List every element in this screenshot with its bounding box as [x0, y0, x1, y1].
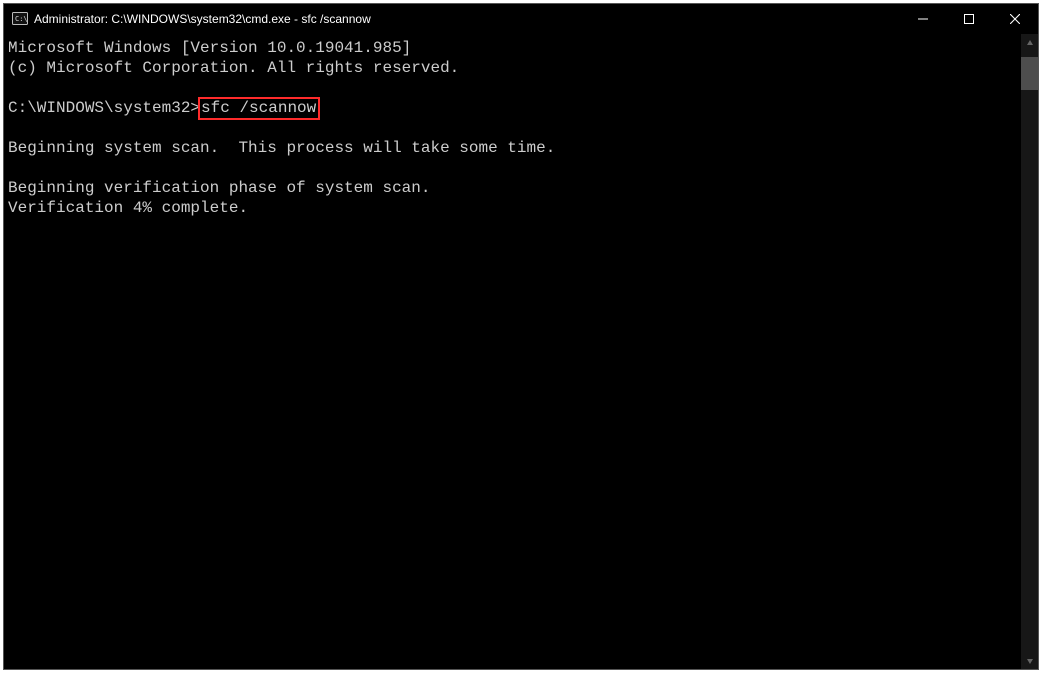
console-line — [8, 118, 1021, 138]
titlebar[interactable]: C:\ Administrator: C:\WINDOWS\system32\c… — [4, 4, 1038, 34]
console-line: C:\WINDOWS\system32>sfc /scannow — [8, 98, 1021, 118]
console-line: (c) Microsoft Corporation. All rights re… — [8, 58, 1021, 78]
maximize-button[interactable] — [946, 4, 992, 34]
console-line: Beginning system scan. This process will… — [8, 138, 1021, 158]
scroll-thumb[interactable] — [1021, 57, 1038, 90]
console-line: Microsoft Windows [Version 10.0.19041.98… — [8, 38, 1021, 58]
window-title: Administrator: C:\WINDOWS\system32\cmd.e… — [34, 12, 371, 26]
close-button[interactable] — [992, 4, 1038, 34]
cmd-window: C:\ Administrator: C:\WINDOWS\system32\c… — [3, 3, 1039, 670]
console-line — [8, 158, 1021, 178]
console-line: Verification 4% complete. — [8, 198, 1021, 218]
scroll-up-button[interactable] — [1021, 34, 1038, 51]
vertical-scrollbar[interactable] — [1021, 34, 1038, 669]
highlighted-command: sfc /scannow — [198, 97, 320, 120]
console-line: Beginning verification phase of system s… — [8, 178, 1021, 198]
scroll-track[interactable] — [1021, 51, 1038, 652]
minimize-button[interactable] — [900, 4, 946, 34]
cmd-icon: C:\ — [12, 11, 28, 27]
console-output[interactable]: Microsoft Windows [Version 10.0.19041.98… — [4, 34, 1021, 669]
scroll-down-button[interactable] — [1021, 652, 1038, 669]
console-line — [8, 78, 1021, 98]
svg-text:C:\: C:\ — [15, 15, 28, 23]
